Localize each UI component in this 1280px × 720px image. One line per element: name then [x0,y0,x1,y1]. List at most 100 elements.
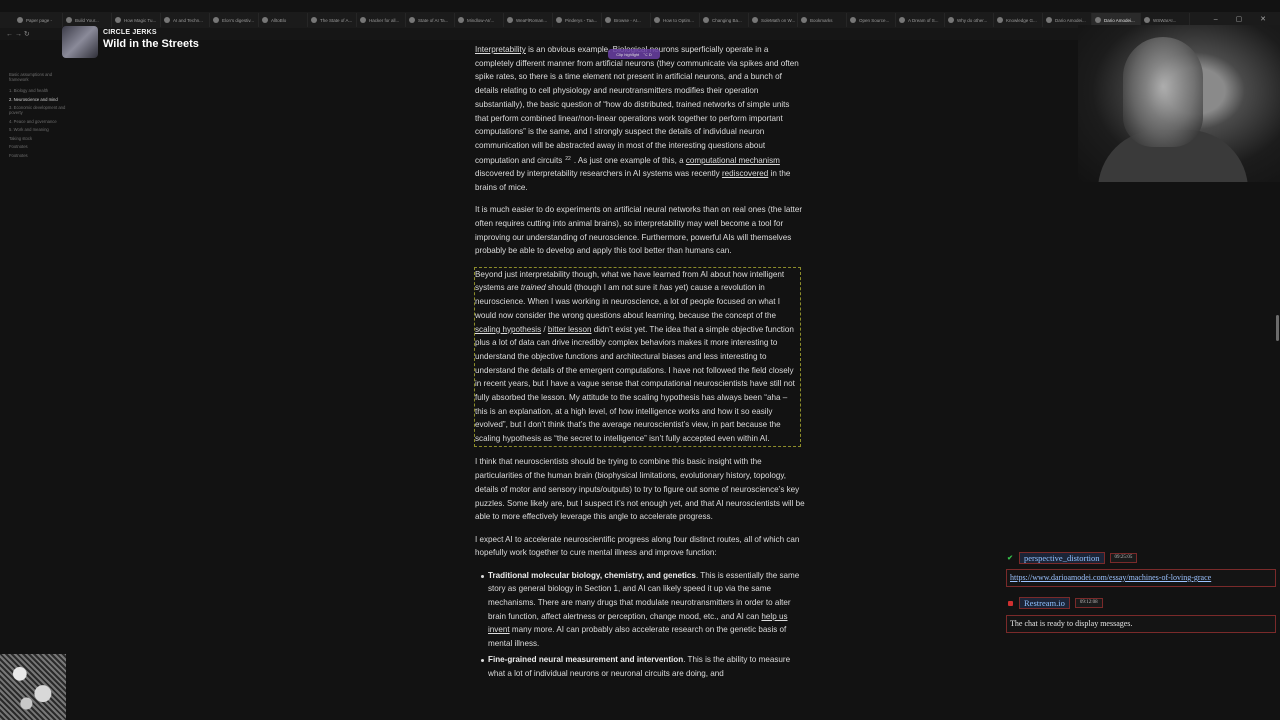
chat-timestamp: 09:25:05 [1109,553,1138,563]
browser-tab[interactable]: Bookmarks [798,13,847,27]
tab-favicon-icon [997,17,1003,23]
tab-favicon-icon [507,17,513,23]
toc-item[interactable]: 4. Peace and governance [9,119,69,124]
tab-favicon-icon [801,17,807,23]
tab-favicon-icon [17,17,23,23]
tab-favicon-icon [1046,17,1052,23]
browser-tab[interactable]: State of AI Ta... [406,13,455,27]
highlighted-paragraph[interactable]: Beyond just interpretability though, wha… [474,266,801,447]
tab-label: Elon's digestiv... [222,17,255,23]
album-artwork-image [0,654,66,720]
browser-tab[interactable]: How Magic Tu... [112,13,161,27]
tab-label: Knowledge G... [1006,17,1037,23]
tab-label: Browse - AI... [614,17,641,23]
table-of-contents: Basic assumptions and framework 1. Biolo… [9,72,69,161]
tab-label: Open Source... [859,17,890,23]
tab-favicon-icon [409,17,415,23]
routes-list: Traditional molecular biology, chemistry… [475,569,805,681]
browser-tab[interactable]: Pinderys - Taa... [553,13,602,27]
tab-favicon-icon [703,17,709,23]
browser-tab[interactable]: The State of A... [308,13,357,27]
toc-item[interactable]: Footnotes [9,153,69,158]
navigation-icons[interactable]: ← → ↻ [6,30,30,38]
chat-message: https://www.darioamodei.com/essay/machin… [1006,569,1276,587]
scrollbar-thumb[interactable] [1276,315,1279,341]
tab-favicon-icon [311,17,317,23]
toc-item[interactable]: Basic assumptions and framework [9,72,69,82]
tab-favicon-icon [1144,17,1150,23]
tab-label: Dario Amodei... [1055,17,1086,23]
tab-favicon-icon [605,17,611,23]
chat-header-2: Restream.io 09:12:08 [1006,597,1103,609]
tab-favicon-icon [458,17,464,23]
browser-tab[interactable]: WeaFlRoman... [504,13,553,27]
browser-tab[interactable]: SoleMath on W... [749,13,798,27]
webcam-person-head [1123,37,1203,147]
tab-label: Bookmarks [810,17,833,23]
tab-label: State of AI Ta... [418,17,449,23]
tab-favicon-icon [115,17,121,23]
list-item: Traditional molecular biology, chemistry… [475,569,805,651]
link-rediscovered[interactable]: rediscovered [722,169,768,178]
toc-item[interactable]: Footnotes [9,144,69,149]
link-scaling-hypothesis[interactable]: scaling hypothesis [475,325,541,334]
tab-favicon-icon [360,17,366,23]
chat-username: perspective_distortion [1019,552,1105,564]
window-controls[interactable]: – ▢ ✕ [1214,15,1274,23]
link-bitter-lesson[interactable]: bitter lesson [548,325,592,334]
browser-tab[interactable]: Why do other... [945,13,994,27]
tab-label: Changing Ba... [712,17,742,23]
tab-label: Build Your... [75,17,99,23]
toc-item-current[interactable]: 2. Neuroscience and mind [9,97,69,102]
toc-item[interactable]: Taking stock [9,136,69,141]
now-playing-artist: CIRCLE JERKS [103,29,157,36]
browser-tab[interactable]: Elon's digestiv... [210,13,259,27]
paragraph-experiments: It is much easier to do experiments on a… [475,205,803,256]
toc-item[interactable]: 5. Work and meaning [9,127,69,132]
tab-label: WeaFlRoman... [516,17,548,23]
browser-tab[interactable]: Build Your... [63,13,112,27]
tab-label: Dario Amodei... [1104,17,1135,23]
chat-timestamp: 09:12:08 [1074,598,1103,608]
tab-favicon-icon [752,17,758,23]
browser-tab[interactable]: Knowledge G... [994,13,1043,27]
page-scrollbar[interactable] [1275,40,1280,712]
tab-label: WSWarAI... [1153,17,1177,23]
tab-label: AlltoBlo [271,17,287,23]
tab-favicon-icon [66,17,72,23]
tab-label: A Dream of S... [908,17,939,23]
paragraph-interpretability: Interpretability is an obvious example. … [475,45,799,193]
toc-item[interactable]: 1. Biology and health [9,88,69,93]
browser-tab[interactable]: Mindlow-AI/... [455,13,504,27]
tab-favicon-icon [213,17,219,23]
tab-favicon-icon [899,17,905,23]
browser-tab[interactable]: How to Optim... [651,13,700,27]
clip-highlight-button[interactable]: Clip highlight ⌥ D [608,49,660,59]
footnote-ref[interactable]: 22 [565,156,571,162]
browser-tab[interactable]: Changing Ba... [700,13,749,27]
browser-tab[interactable]: A Dream of S... [896,13,945,27]
tab-label: Pinderys - Taa... [565,17,598,23]
browser-tab[interactable]: AlltoBlo [259,13,308,27]
paragraph-four-routes: I expect AI to accelerate neuroscientifi… [475,534,800,558]
browser-tab[interactable]: AI and Techn... [161,13,210,27]
tab-favicon-icon [262,17,268,23]
tab-favicon-icon [850,17,856,23]
toc-item[interactable]: 3. Economic development and poverty [9,105,69,115]
link-interpretability[interactable]: Interpretability [475,45,526,54]
webcam-feed [1078,25,1280,182]
browser-tab[interactable]: Browse - AI... [602,13,651,27]
tab-favicon-icon [948,17,954,23]
paragraph-neuroscientists: I think that neuroscientists should be t… [475,457,805,522]
link-computational-mechanism[interactable]: computational mechanism [686,156,780,165]
tab-favicon-icon [164,17,170,23]
tab-label: Hacker for all... [369,17,400,23]
album-art-icon [62,26,98,58]
tab-favicon-icon [654,17,660,23]
browser-tab[interactable]: Paper page - [14,13,63,27]
browser-tab[interactable]: Open Source... [847,13,896,27]
chat-header-1: ✔ perspective_distortion 09:25:05 [1006,552,1138,564]
tab-favicon-icon [556,17,562,23]
browser-tab[interactable]: Hacker for all... [357,13,406,27]
tab-label: AI and Techn... [173,17,203,23]
